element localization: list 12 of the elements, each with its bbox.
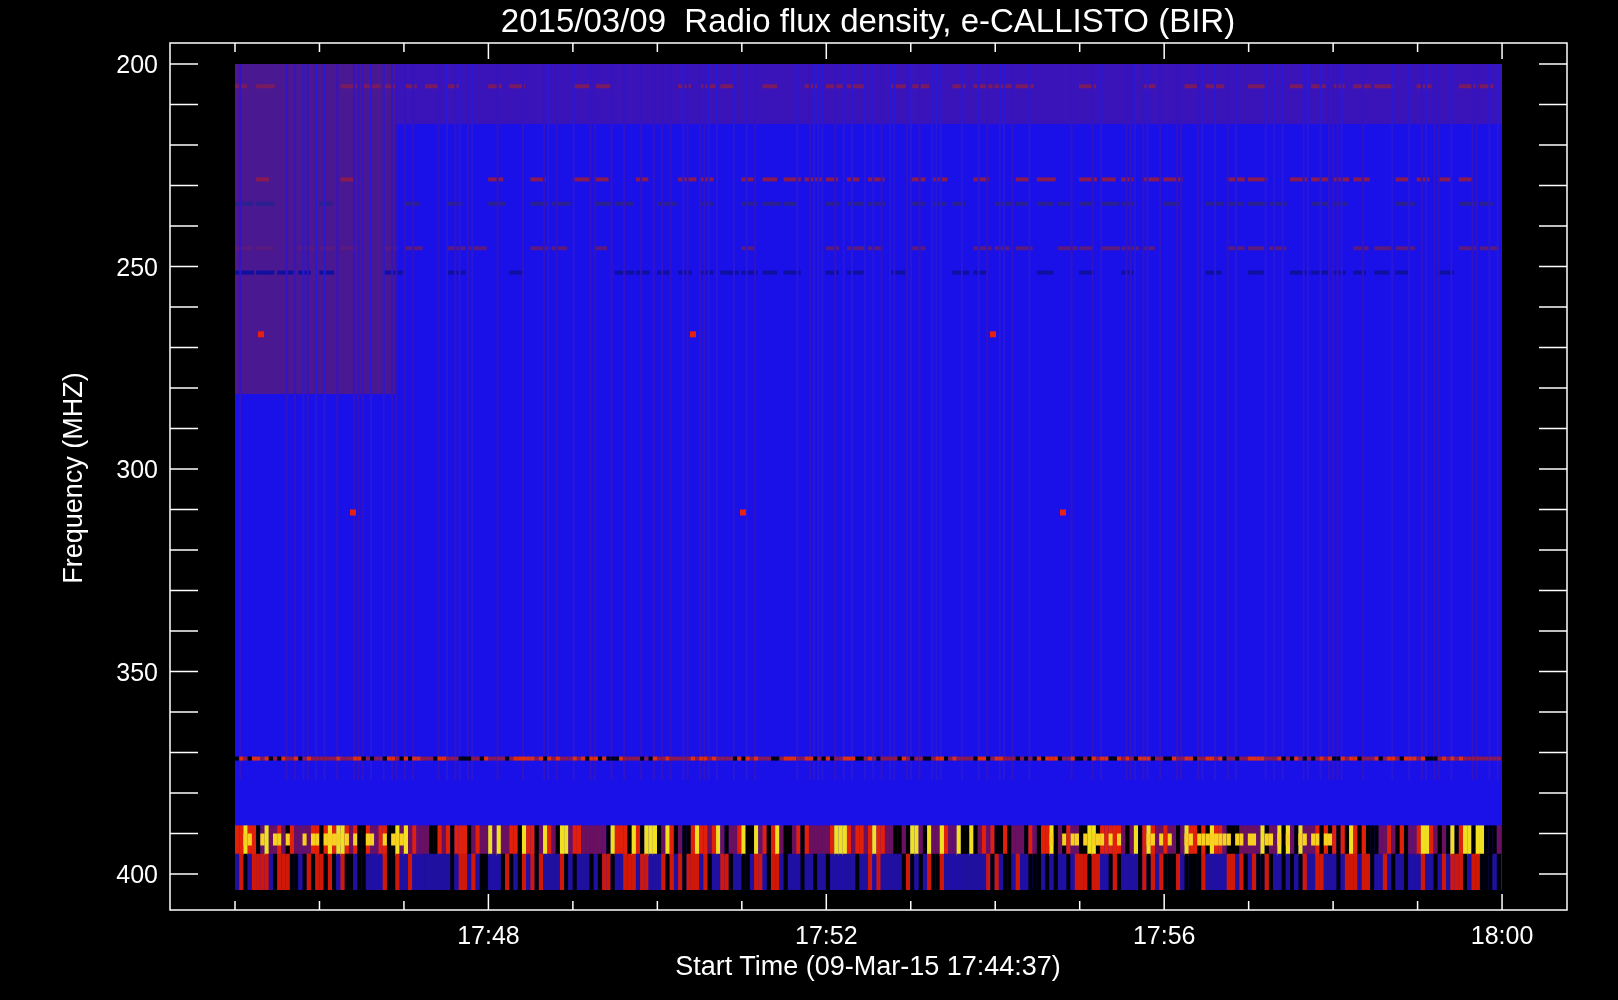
x-tick-label: 17:48 xyxy=(457,921,520,949)
y-tick-label: 250 xyxy=(116,252,158,281)
x-tick-label: 17:56 xyxy=(1132,921,1196,949)
y-tick-label: 400 xyxy=(116,860,158,888)
y-tick-label: 350 xyxy=(116,657,158,686)
y-tick-label: 300 xyxy=(116,455,158,483)
x-tick-label: 18:00 xyxy=(1470,921,1534,949)
y-tick-label: 200 xyxy=(116,50,158,78)
chart-title: 2015/03/09 Radio flux density, e-CALLISTO (BIR) xyxy=(500,2,1236,39)
x-axis-label: Start Time (09-Mar-15 17:44:37) xyxy=(675,951,1061,981)
x-tick-label: 17:52 xyxy=(795,921,858,949)
y-axis-label: Frequency (MHZ) xyxy=(58,372,88,584)
